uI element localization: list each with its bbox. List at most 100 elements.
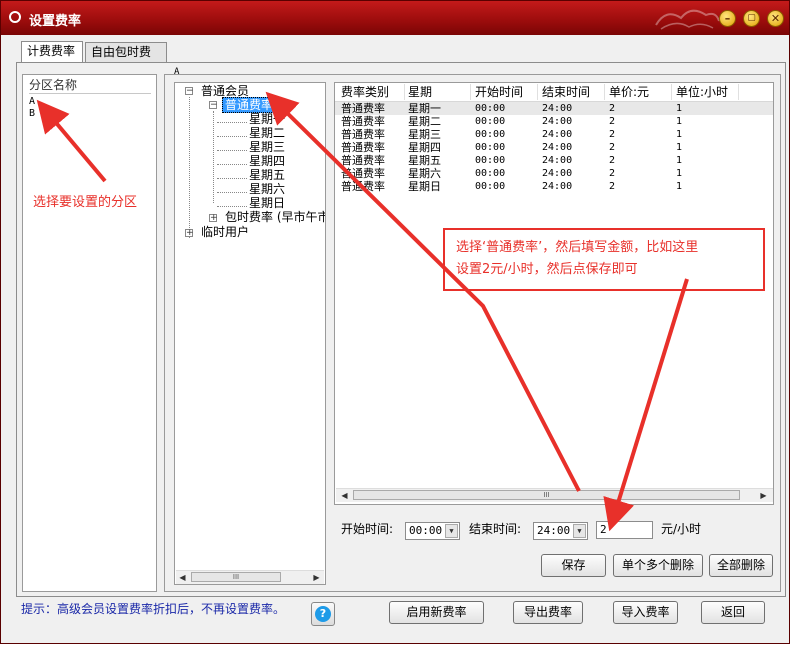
zone-list[interactable]: 分区名称 A B [22,74,157,592]
cell-weekday: 星期三 [408,128,441,141]
table-row[interactable]: 普通费率 星期六 00:00 24:00 2 1 [335,167,773,180]
cell-start-time: 00:00 [475,155,506,166]
cell-start-time: 00:00 [475,129,506,140]
cell-end-time: 24:00 [542,129,573,140]
table-row[interactable]: 普通费率 星期二 00:00 24:00 2 1 [335,115,773,128]
table-hscrollbar[interactable]: ◀ III ▶ [336,488,773,502]
col-rate-type[interactable]: 费率类别 [341,85,389,99]
cloud-ornament-icon [655,9,720,30]
expand-icon[interactable]: + [185,229,194,238]
minimize-button[interactable]: – [719,10,736,27]
tab-free-package-rate[interactable]: 自由包时费率 [85,42,167,78]
tree-node-friday[interactable]: 星期五 [249,168,285,182]
cell-weekday: 星期一 [408,102,441,115]
start-time-value: 00:00 [409,524,443,537]
chevron-down-icon[interactable]: ▼ [445,524,458,538]
tab-billing-rate[interactable]: 计费费率 [21,41,83,63]
col-weekday[interactable]: 星期 [408,85,432,99]
cell-rate-type: 普通费率 [341,167,385,180]
import-rate-button[interactable]: 导入费率 [613,601,678,624]
tree-node-regular-member[interactable]: 普通会员 [201,84,249,98]
end-time-select[interactable]: 24:00 ▼ [533,522,588,540]
delete-selected-button[interactable]: 单个多个删除 [613,554,703,577]
scroll-left-icon[interactable]: ◀ [176,571,189,584]
window-title: 设置费率 [29,14,82,29]
scroll-right-icon[interactable]: ▶ [757,489,770,502]
cell-start-time: 00:00 [475,181,506,192]
chevron-down-icon[interactable]: ▼ [573,524,586,538]
tree-node-sunday[interactable]: 星期日 [249,196,285,210]
tree-node-monday[interactable]: 星期一 [249,112,285,126]
col-end-time[interactable]: 结束时间 [542,85,590,99]
cell-unit-price: 2 [609,116,616,127]
enable-new-rate-button[interactable]: 启用新费率 [389,601,484,624]
delete-all-button[interactable]: 全部删除 [709,554,773,577]
scroll-right-icon[interactable]: ▶ [310,571,323,584]
table-row[interactable]: 普通费率 星期三 00:00 24:00 2 1 [335,128,773,141]
cell-end-time: 24:00 [542,103,573,114]
cell-unit-price: 2 [609,181,616,192]
tree-hscrollbar[interactable]: ◀ III ▶ [176,570,324,584]
col-unit-hours[interactable]: 单位:小时 [676,85,728,99]
table-row[interactable]: 普通费率 星期一 00:00 24:00 2 1 [335,102,773,115]
start-time-select[interactable]: 00:00 ▼ [405,522,460,540]
cell-rate-type: 普通费率 [341,180,385,193]
instruction-annotation-line2: 设置2元/小时，然后点保存即可 [456,262,638,277]
tree-node-saturday[interactable]: 星期六 [249,182,285,196]
cell-end-time: 24:00 [542,116,573,127]
scroll-left-icon[interactable]: ◀ [338,489,351,502]
price-input[interactable]: 2 [596,521,653,539]
app-icon [9,11,21,23]
tree-node-tuesday[interactable]: 星期二 [249,126,285,140]
end-time-label: 结束时间: [469,522,522,536]
instruction-annotation-line1: 选择‘普通费率’，然后填写金额，比如这里 [456,240,699,255]
cell-unit-price: 2 [609,129,616,140]
table-row[interactable]: 普通费率 星期日 00:00 24:00 2 1 [335,180,773,193]
cell-weekday: 星期二 [408,115,441,128]
col-unit-price[interactable]: 单价:元 [609,85,649,99]
col-start-time[interactable]: 开始时间 [475,85,523,99]
tree-node-temporary-user[interactable]: 临时用户 [201,225,249,239]
table-header: 费率类别 星期 开始时间 结束时间 单价:元 单位:小时 [335,83,773,102]
save-button[interactable]: 保存 [541,554,606,577]
collapse-icon[interactable]: − [209,101,218,110]
cell-rate-type: 普通费率 [341,154,385,167]
tree-node-regular-rate[interactable]: 普通费率 [222,97,277,113]
title-bar[interactable]: 设置费率 – ▢ ✕ [1,1,789,35]
minimize-icon: – [724,12,731,25]
cell-start-time: 00:00 [475,168,506,179]
cell-start-time: 00:00 [475,103,506,114]
start-time-label: 开始时间: [341,522,394,536]
collapse-icon[interactable]: − [185,87,194,96]
tree-node-thursday[interactable]: 星期四 [249,154,285,168]
tree-node-package-rate[interactable]: 包时费率 (早市午市 [225,210,325,224]
zone-item-a[interactable]: A [29,96,35,108]
cell-start-time: 00:00 [475,116,506,127]
close-button[interactable]: ✕ [767,10,784,27]
table-row[interactable]: 普通费率 星期四 00:00 24:00 2 1 [335,141,773,154]
cell-end-time: 24:00 [542,168,573,179]
cell-end-time: 24:00 [542,181,573,192]
export-rate-button[interactable]: 导出费率 [513,601,583,624]
member-tree[interactable]: − 普通会员 − 普通费率 星期一 星期二 星期三 星期四 星期五 星期六 星期… [174,82,326,585]
settings-window: 设置费率 – ▢ ✕ 计费费率 自由包时费率 分区名称 A B A − 普通会员… [0,0,790,644]
cell-unit-hours: 1 [676,129,683,140]
zone-item-b[interactable]: B [29,108,35,120]
cell-weekday: 星期日 [408,180,441,193]
tree-node-wednesday[interactable]: 星期三 [249,140,285,154]
help-button[interactable]: ? [311,602,335,626]
maximize-button[interactable]: ▢ [743,10,760,27]
scroll-thumb[interactable]: III [191,572,281,582]
expand-icon[interactable]: + [209,214,218,223]
back-button[interactable]: 返回 [701,601,765,624]
cell-unit-hours: 1 [676,155,683,166]
table-row[interactable]: 普通费率 星期五 00:00 24:00 2 1 [335,154,773,167]
end-time-value: 24:00 [537,524,571,537]
cell-unit-hours: 1 [676,181,683,192]
cell-rate-type: 普通费率 [341,128,385,141]
cell-unit-price: 2 [609,142,616,153]
cell-end-time: 24:00 [542,155,573,166]
cell-rate-type: 普通费率 [341,141,385,154]
rate-table[interactable]: 费率类别 星期 开始时间 结束时间 单价:元 单位:小时 普通费率 星期一 00:0… [334,82,774,505]
scroll-thumb[interactable]: III [353,490,740,500]
